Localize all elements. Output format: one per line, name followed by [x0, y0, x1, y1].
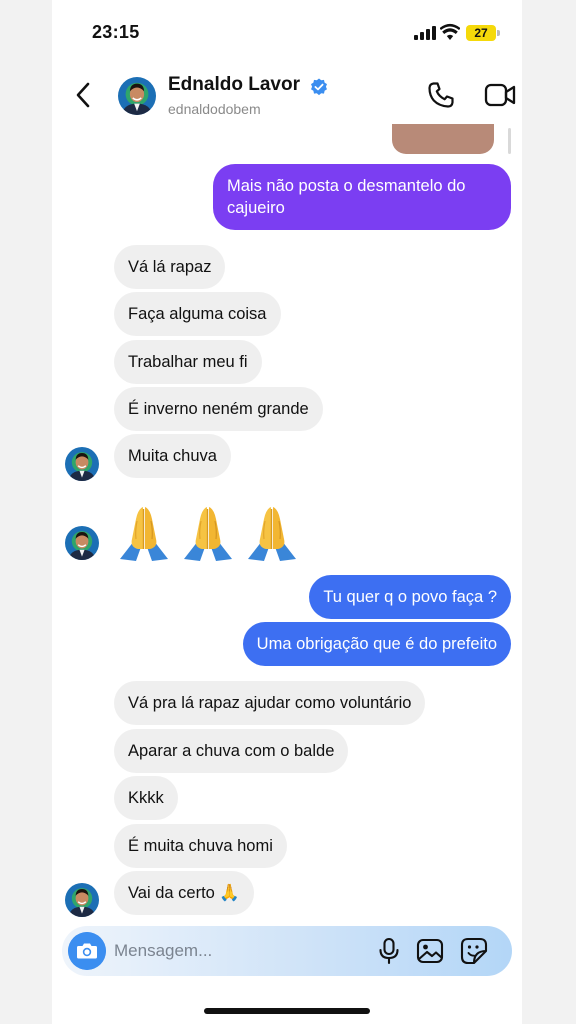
verified-badge-icon: [311, 78, 327, 96]
message-bubble-outgoing[interactable]: Uma obrigação que é do prefeito: [242, 622, 511, 666]
message-bubble-incoming[interactable]: Trabalhar meu fi: [114, 340, 262, 384]
status-bar: 23:15 27: [52, 0, 522, 60]
status-time: 23:15: [92, 22, 140, 42]
avatar[interactable]: [65, 883, 99, 917]
message-bubble-outgoing[interactable]: Mais não posta o desmantelo do cajueiro: [213, 164, 511, 230]
phone-screen: 23:15 27 Ednaldo Lavor ednaldodobem Mais…: [52, 0, 522, 1024]
folded-hands-emoji: [242, 501, 302, 563]
back-chevron-icon[interactable]: [72, 80, 96, 110]
emoji-message[interactable]: [114, 501, 302, 563]
camera-icon[interactable]: [68, 932, 106, 970]
battery-icon: 27: [466, 25, 496, 41]
folded-hands-emoji: [178, 501, 238, 563]
folded-hands-emoji: [114, 501, 174, 563]
message-bubble-incoming[interactable]: Aparar a chuva com o balde: [114, 729, 349, 773]
message-bubble-incoming[interactable]: Vai da certo 🙏: [114, 871, 254, 915]
message-input[interactable]: [114, 926, 364, 976]
message-thread[interactable]: Mais não posta o desmantelo do cajueiro …: [52, 124, 522, 918]
avatar[interactable]: [65, 526, 99, 560]
chat-header: Ednaldo Lavor ednaldodobem: [52, 60, 522, 128]
message-composer: [62, 926, 512, 976]
video-camera-icon[interactable]: [484, 82, 516, 108]
battery-tip: [497, 30, 500, 36]
message-bubble-incoming[interactable]: Kkkk: [114, 776, 178, 820]
microphone-icon[interactable]: [376, 937, 402, 965]
message-bubble-incoming[interactable]: Muita chuva: [114, 434, 231, 478]
contact-name[interactable]: Ednaldo Lavor: [168, 74, 300, 96]
message-bubble-incoming[interactable]: Vá lá rapaz: [114, 245, 226, 289]
signal-icon: [414, 26, 436, 40]
phone-call-icon[interactable]: [426, 80, 456, 110]
message-bubble-incoming[interactable]: É muita chuva homi: [114, 824, 287, 868]
contact-username[interactable]: ednaldodobem: [168, 101, 261, 117]
sticker-icon[interactable]: [460, 937, 488, 965]
avatar[interactable]: [65, 447, 99, 481]
scrollbar[interactable]: [508, 128, 511, 154]
gallery-icon[interactable]: [416, 938, 444, 964]
wifi-icon: [440, 23, 460, 40]
home-indicator[interactable]: [204, 1008, 370, 1014]
message-bubble-incoming[interactable]: É inverno neném grande: [114, 387, 323, 431]
previous-media-preview[interactable]: [392, 124, 494, 154]
message-bubble-incoming[interactable]: Vá pra lá rapaz ajudar como voluntário: [114, 681, 426, 725]
avatar[interactable]: [118, 77, 156, 115]
message-bubble-incoming[interactable]: Faça alguma coisa: [114, 292, 281, 336]
message-bubble-outgoing[interactable]: Tu quer q o povo faça ?: [309, 575, 511, 619]
